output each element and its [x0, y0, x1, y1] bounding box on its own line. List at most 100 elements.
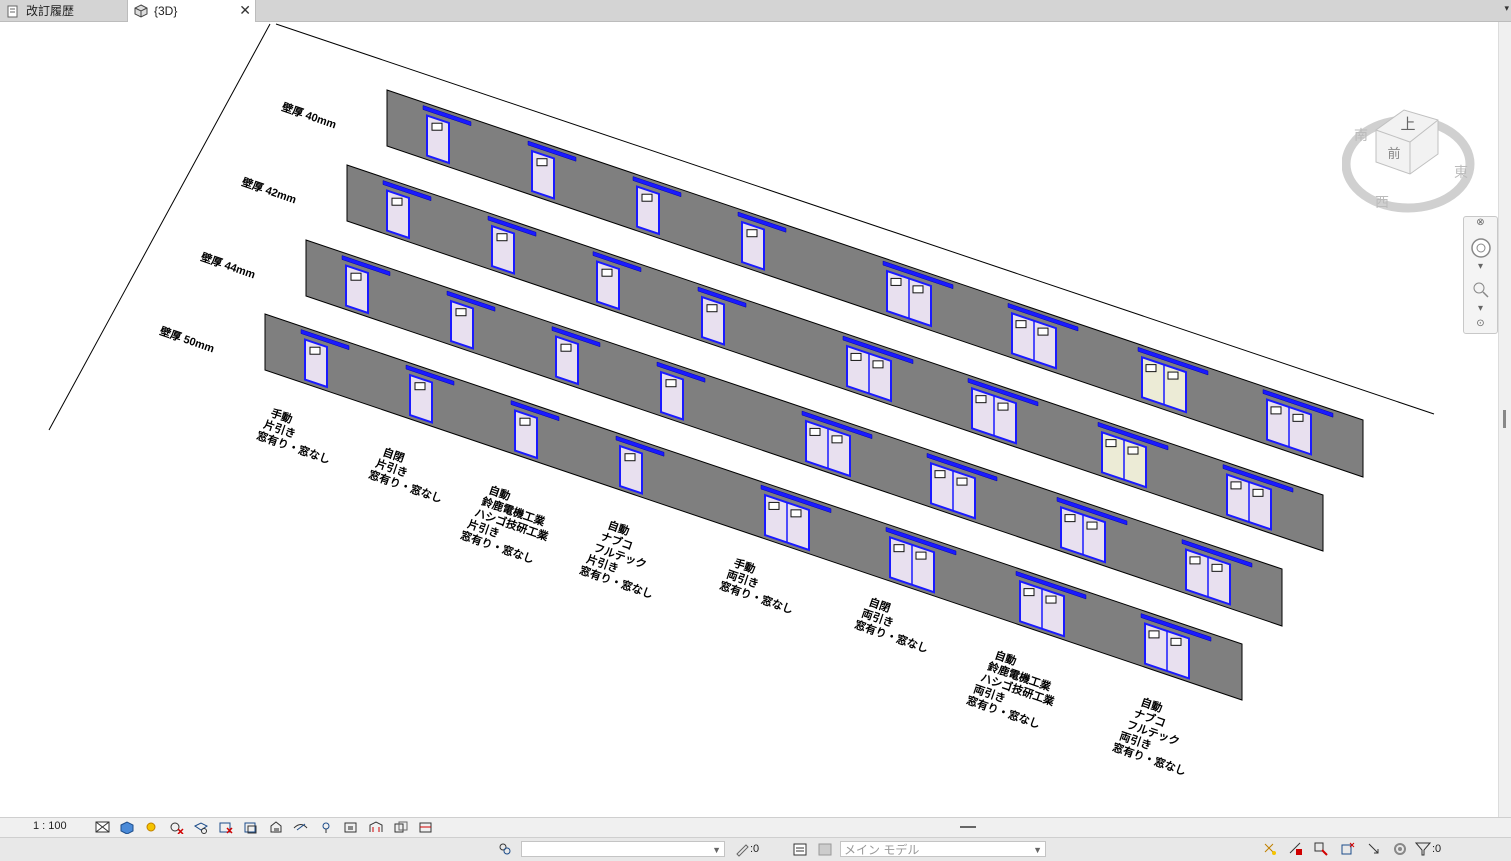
door-window	[1167, 371, 1179, 380]
reveal-constraints-icon[interactable]	[418, 820, 433, 834]
visual-style-icon[interactable]	[119, 820, 134, 834]
door-panel[interactable]	[491, 224, 515, 275]
door-panel[interactable]	[596, 260, 620, 311]
filter-icon[interactable]	[1415, 841, 1431, 857]
door-window	[391, 197, 403, 206]
detail-level-icon[interactable]	[95, 820, 110, 834]
compass-south[interactable]: 南	[1354, 128, 1368, 144]
reveal-hidden-icon[interactable]	[318, 820, 333, 834]
steering-wheel-icon[interactable]	[1470, 237, 1492, 259]
worksets-icon[interactable]	[497, 841, 513, 857]
active-model-value: メイン モデル	[844, 843, 920, 857]
door-window	[790, 509, 802, 518]
door-type-label: 手動片引き窓有り・窓なし	[255, 404, 341, 467]
view-cube-front-face[interactable]: 前	[1387, 146, 1400, 162]
door-panel[interactable]	[426, 114, 450, 165]
select-underlay-icon[interactable]	[1288, 841, 1304, 857]
door-panel[interactable]	[304, 338, 328, 389]
door-panel[interactable]	[345, 264, 369, 315]
background-processes-icon[interactable]	[1392, 841, 1408, 857]
door-panel[interactable]	[450, 299, 474, 350]
render-icon[interactable]	[193, 820, 208, 834]
3d-viewport[interactable]: 壁厚 40mm 壁厚 42mm 壁厚 44mm 壁厚 50mm 手動片引き窓有り・窓なし…	[0, 22, 1498, 817]
navbar-close-icon[interactable]: ⊗	[1464, 217, 1497, 228]
zoom-dropdown-icon[interactable]: ▾	[1464, 303, 1497, 314]
door-window	[1015, 320, 1027, 329]
tab-label: 改訂履歴	[26, 4, 75, 18]
compass-west[interactable]: 西	[1375, 195, 1389, 211]
door-panel[interactable]	[409, 373, 433, 424]
zoom-region-icon[interactable]	[1472, 281, 1490, 299]
scrollbar-thumb[interactable]	[1503, 410, 1506, 428]
exclude-options-icon[interactable]	[817, 841, 833, 857]
door-window	[997, 402, 1009, 411]
door-window	[1105, 439, 1117, 448]
show-crop-region-icon[interactable]	[243, 820, 258, 834]
navigation-bar: ⊗ ▾ ▾ ⊙	[1463, 216, 1498, 334]
chevron-down-icon: ▼	[1033, 845, 1042, 855]
door-panel[interactable]	[514, 409, 538, 460]
drag-elements-icon[interactable]	[1366, 841, 1382, 857]
door-panel[interactable]	[660, 370, 684, 421]
vertical-scrollbar[interactable]	[1498, 22, 1511, 817]
steering-wheel-dropdown-icon[interactable]: ▾	[1464, 261, 1497, 272]
tab-3d-view[interactable]: {3D} ✕	[127, 0, 256, 22]
door-type-label: 自動ナブコフルテック両引き窓有り・窓なし	[1111, 691, 1205, 778]
highlight-displacement-icon[interactable]	[393, 820, 408, 834]
door-panel[interactable]	[636, 185, 660, 236]
tab-list-dropdown-icon[interactable]: ▾	[1504, 3, 1509, 14]
door-window	[915, 551, 927, 560]
shadows-icon[interactable]	[169, 820, 184, 834]
door-type-label: 自閉両引き窓有り・窓なし	[853, 593, 939, 656]
crop-view-icon[interactable]	[218, 820, 233, 834]
select-links-icon[interactable]	[1262, 841, 1278, 857]
design-options-icon[interactable]	[792, 841, 808, 857]
door-type-label: 手動両引き窓有り・窓なし	[718, 554, 804, 617]
door-panel[interactable]	[619, 444, 643, 495]
door-window	[1023, 588, 1035, 597]
door-window	[809, 427, 821, 436]
door-window	[601, 268, 613, 277]
door-window	[893, 544, 905, 553]
door-window	[665, 379, 677, 388]
compass-east[interactable]: 東	[1454, 165, 1468, 181]
door-window	[706, 304, 718, 313]
door-window	[912, 285, 924, 294]
model-scene[interactable]: 壁厚 40mm 壁厚 42mm 壁厚 44mm 壁厚 50mm 手動片引き窓有り・窓なし…	[0, 22, 1498, 817]
navbar-options-icon[interactable]: ⊙	[1464, 318, 1497, 329]
door-window	[1145, 364, 1157, 373]
panel-splitter-handle[interactable]	[960, 826, 976, 828]
sun-path-icon[interactable]	[143, 820, 158, 834]
active-design-option-combo[interactable]: メイン モデル ▼	[840, 841, 1046, 857]
ground-edge-line	[48, 23, 271, 431]
door-window	[560, 343, 572, 352]
door-window	[309, 346, 321, 355]
door-panel[interactable]	[386, 189, 410, 240]
door-panel[interactable]	[555, 335, 579, 386]
door-window	[455, 308, 467, 317]
door-panel[interactable]	[741, 220, 765, 271]
door-window	[519, 417, 531, 426]
tab-revision-history[interactable]: 改訂履歴	[0, 0, 125, 21]
temporary-hide-icon[interactable]	[293, 820, 308, 834]
door-window	[1045, 595, 1057, 604]
door-panel[interactable]	[701, 295, 725, 346]
door-window	[1230, 481, 1242, 490]
select-pinned-icon[interactable]	[1313, 841, 1329, 857]
wall-thickness-label: 壁厚 50mm	[158, 324, 217, 356]
close-icon[interactable]: ✕	[239, 2, 251, 19]
view-cube-top-face[interactable]: 上	[1400, 115, 1415, 133]
select-by-face-icon[interactable]	[1340, 841, 1356, 857]
analytical-model-icon[interactable]	[368, 820, 383, 834]
door-window	[1064, 514, 1076, 523]
unlocked-3d-view-icon[interactable]	[268, 820, 283, 834]
door-panel[interactable]	[531, 149, 555, 200]
editable-only-icon[interactable]	[734, 841, 750, 857]
view-cube[interactable]: 上 前 南 東 西	[1342, 102, 1477, 217]
door-window	[1037, 327, 1049, 336]
active-workset-combo[interactable]: ▼	[521, 841, 725, 857]
view-scale[interactable]: 1 : 100	[33, 820, 67, 832]
wall-thickness-label: 壁厚 40mm	[280, 100, 339, 132]
tab-label: {3D}	[154, 4, 178, 18]
temporary-view-properties-icon[interactable]	[343, 820, 358, 834]
